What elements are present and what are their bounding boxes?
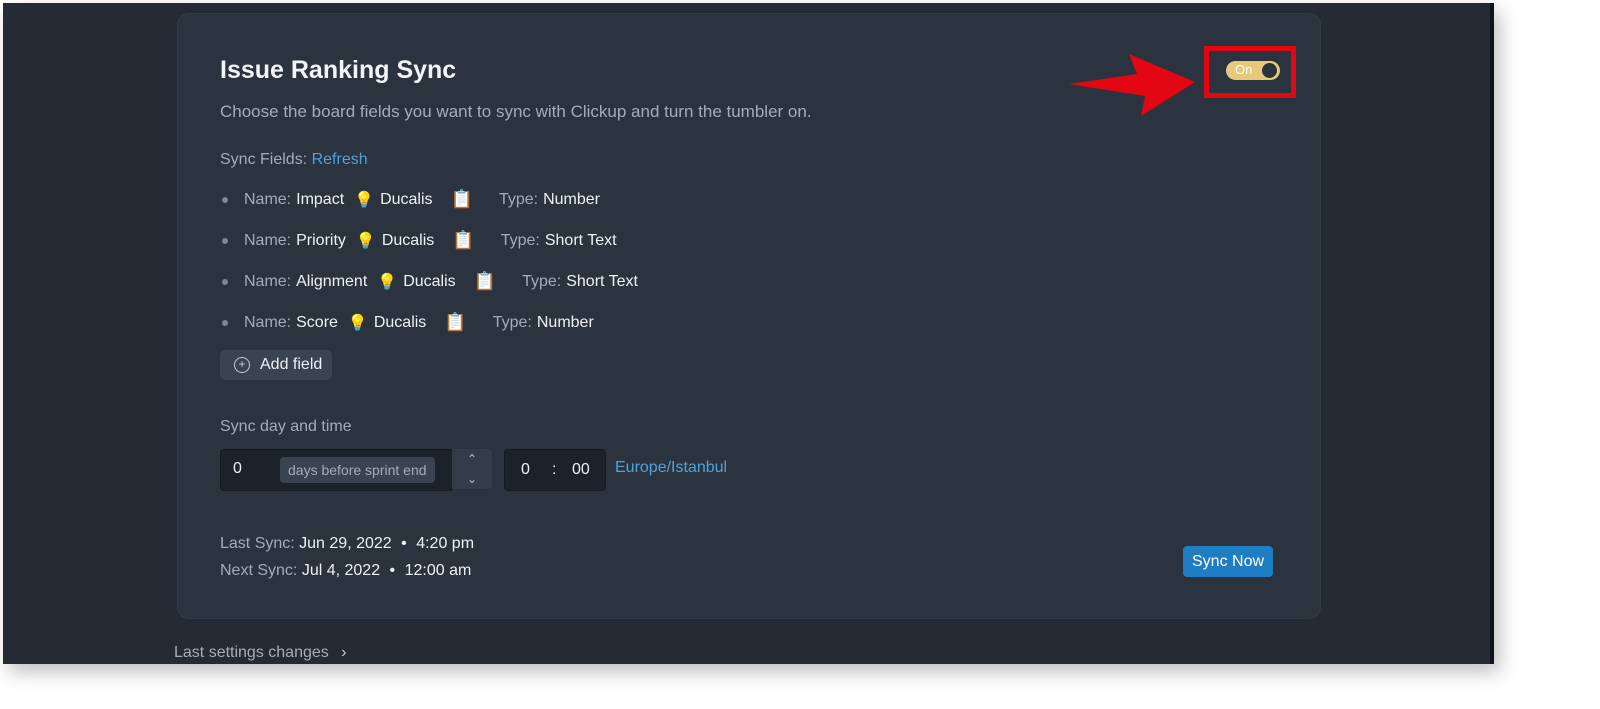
sync-field-list: Name: Impact 💡 Ducalis 📋 Type: Number Na… <box>222 179 638 343</box>
refresh-link[interactable]: Refresh <box>312 151 368 168</box>
type-label: Type: <box>498 190 539 208</box>
field-name: Impact <box>296 190 345 208</box>
lightbulb-icon: 💡 <box>377 273 398 291</box>
field-source: Ducalis <box>381 231 435 249</box>
lightbulb-icon: 💡 <box>355 232 376 250</box>
type-label: Type: <box>500 231 540 249</box>
clipboard-icon[interactable]: 📋 <box>452 230 474 251</box>
clipboard-icon[interactable]: 📋 <box>474 271 496 292</box>
days-value[interactable]: 0 <box>233 460 242 478</box>
field-type: Number <box>536 313 594 331</box>
chevron-up-icon[interactable]: ⌃ <box>452 449 492 469</box>
timezone-link[interactable]: Europe/Istanbul <box>615 459 727 477</box>
field-source: Ducalis <box>403 272 456 290</box>
field-type: Short Text <box>566 272 638 290</box>
card-title: Issue Ranking Sync <box>220 56 457 84</box>
type-label: Type: <box>492 313 532 331</box>
name-label: Name: <box>244 190 292 208</box>
annotation-arrow-icon <box>1069 54 1195 116</box>
list-item: Name: Impact 💡 Ducalis 📋 Type: Number <box>222 179 638 220</box>
time-separator: : <box>552 461 557 478</box>
bullet <box>222 278 228 285</box>
field-type: Number <box>543 190 600 208</box>
time-input[interactable]: 0 : 00 <box>504 449 606 491</box>
clipboard-icon[interactable]: 📋 <box>444 312 466 333</box>
days-before-input[interactable]: 0 days before sprint end <box>220 449 454 491</box>
field-type: Short Text <box>544 231 617 249</box>
hour-value[interactable]: 0 <box>521 461 530 479</box>
next-sync-label: Next Sync: <box>220 562 298 579</box>
sync-status: Last Sync: Jun 29, 2022 • 4:20 pm Next S… <box>220 530 474 584</box>
issue-ranking-sync-card: Issue Ranking Sync Choose the board fiel… <box>177 13 1321 619</box>
field-source: Ducalis <box>373 313 427 331</box>
sync-toggle[interactable]: On <box>1226 61 1280 80</box>
field-name: Priority <box>296 231 346 249</box>
field-name: Alignment <box>296 272 368 290</box>
name-label: Name: <box>244 272 292 290</box>
annotation-highlight-box: On <box>1204 46 1296 98</box>
chevron-down-icon[interactable]: ⌄ <box>452 469 492 489</box>
sync-now-button[interactable]: Sync Now <box>1183 546 1274 577</box>
chevron-right-icon: › <box>341 644 347 661</box>
clipboard-icon[interactable]: 📋 <box>451 189 473 210</box>
last-settings-changes-link[interactable]: Last settings changes › <box>174 644 347 662</box>
sync-fields-header: Sync Fields: Refresh <box>220 151 368 169</box>
lightbulb-icon: 💡 <box>347 314 368 332</box>
next-sync-row: Next Sync: Jul 4, 2022 • 12:00 am <box>220 557 474 584</box>
sync-day-time-label: Sync day and time <box>220 418 352 435</box>
add-field-label: Add field <box>260 356 323 373</box>
minute-value[interactable]: 00 <box>572 461 590 479</box>
days-stepper: ⌃ ⌄ <box>452 449 492 489</box>
name-label: Name: <box>244 313 292 331</box>
next-sync-date: Jul 4, 2022 <box>301 562 381 579</box>
bullet <box>222 319 228 326</box>
field-source: Ducalis <box>380 190 433 208</box>
lightbulb-icon: 💡 <box>354 191 375 209</box>
days-suffix: days before sprint end <box>280 457 435 483</box>
name-label: Name: <box>244 231 292 249</box>
separator-dot: • <box>389 562 396 579</box>
toggle-label: On <box>1235 62 1253 77</box>
sync-fields-label: Sync Fields: <box>220 151 308 168</box>
list-item: Name: Alignment 💡 Ducalis 📋 Type: Short … <box>222 261 638 302</box>
card-description: Choose the board fields you want to sync… <box>220 102 812 121</box>
last-settings-label: Last settings changes <box>174 644 329 661</box>
last-sync-row: Last Sync: Jun 29, 2022 • 4:20 pm <box>220 530 474 557</box>
add-field-button[interactable]: + Add field <box>220 350 333 380</box>
field-name: Score <box>296 313 338 331</box>
bullet <box>222 237 228 244</box>
list-item: Name: Score 💡 Ducalis 📋 Type: Number <box>222 302 638 343</box>
type-label: Type: <box>522 272 562 290</box>
plus-circle-icon: + <box>234 357 250 373</box>
toggle-knob <box>1262 63 1277 78</box>
last-sync-time: 4:20 pm <box>416 535 475 552</box>
app-screen: Issue Ranking Sync Choose the board fiel… <box>3 3 1494 664</box>
last-sync-date: Jun 29, 2022 <box>299 535 392 552</box>
separator-dot: • <box>401 535 407 552</box>
list-item: Name: Priority 💡 Ducalis 📋 Type: Short T… <box>222 220 638 261</box>
next-sync-time: 12:00 am <box>404 562 472 579</box>
bullet <box>222 196 228 203</box>
last-sync-label: Last Sync: <box>220 535 295 552</box>
